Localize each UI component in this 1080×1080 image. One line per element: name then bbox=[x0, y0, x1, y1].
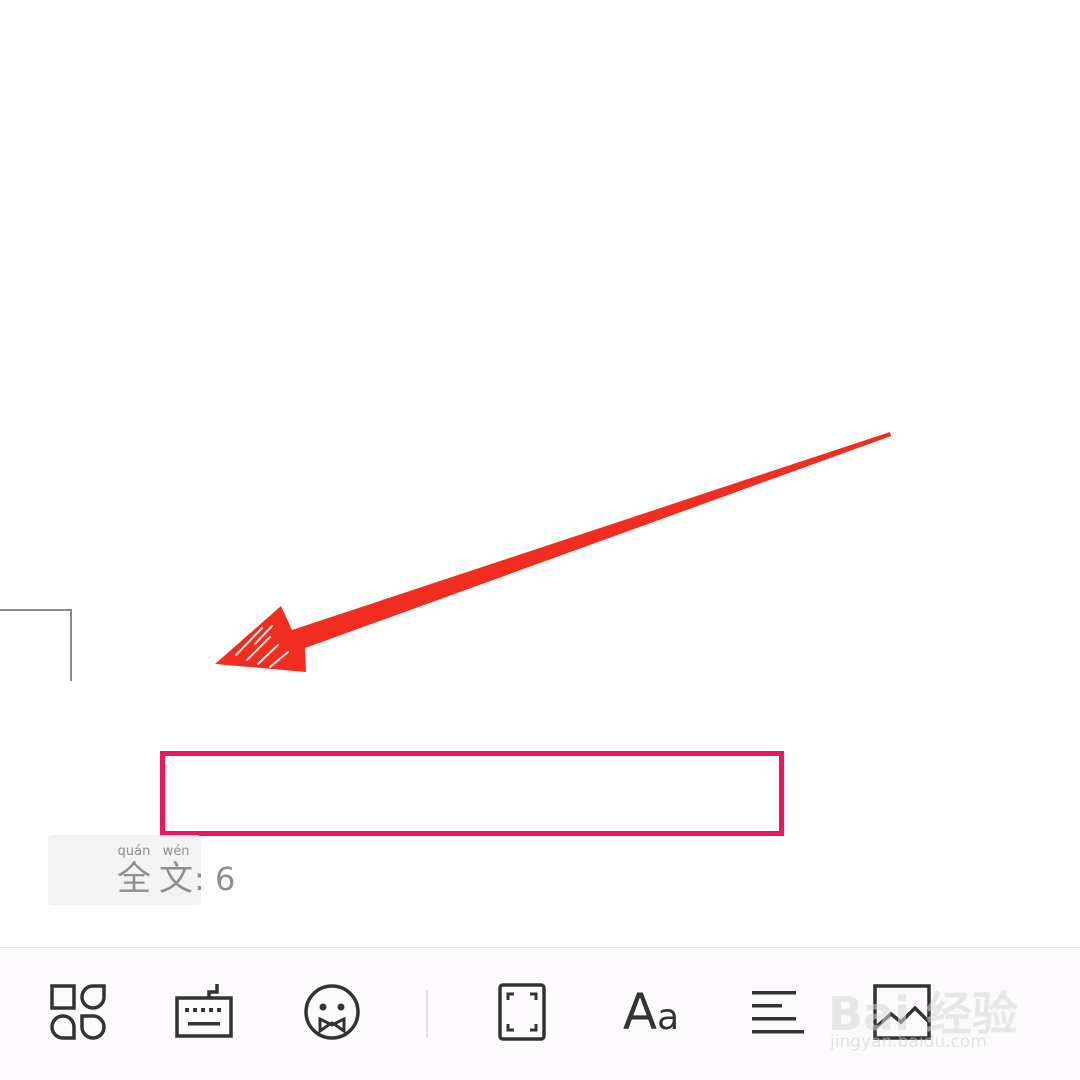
image-icon bbox=[873, 984, 931, 1040]
keyboard-icon bbox=[175, 984, 233, 1038]
ruby-wen: wén 文 bbox=[156, 844, 196, 900]
highlight-rectangle bbox=[160, 751, 784, 836]
apps-grid-button[interactable] bbox=[46, 980, 110, 1044]
toolbar-divider bbox=[426, 990, 428, 1038]
align-left-icon bbox=[752, 991, 804, 1034]
font-size-button[interactable]: Aa bbox=[616, 980, 686, 1044]
crop-corner-mark bbox=[0, 609, 72, 681]
pinyin-text: wén bbox=[162, 844, 190, 859]
emoji-icon bbox=[304, 984, 360, 1040]
fullscreen-icon bbox=[498, 983, 546, 1041]
word-count-value: : 6 bbox=[194, 860, 236, 898]
hanzi-text: 文 bbox=[159, 859, 193, 899]
bottom-toolbar: Aa bbox=[0, 947, 1080, 1080]
fullscreen-button[interactable] bbox=[490, 980, 554, 1044]
pinyin-text: quán bbox=[117, 844, 151, 859]
image-button[interactable] bbox=[870, 980, 934, 1044]
word-count-badge: quán 全 wén 文 : 6 bbox=[48, 835, 235, 905]
emoji-button[interactable] bbox=[300, 980, 364, 1044]
font-size-icon: Aa bbox=[623, 983, 679, 1041]
font-size-label-small: a bbox=[657, 997, 680, 1038]
annotation-arrow bbox=[215, 432, 891, 672]
font-size-label-big: A bbox=[622, 983, 658, 1041]
hanzi-text: 全 bbox=[117, 859, 151, 899]
apps-grid-icon bbox=[50, 984, 106, 1040]
keyboard-button[interactable] bbox=[172, 980, 236, 1044]
editor-canvas[interactable]: quán 全 wén 文 : 6 Aa Bai 经验 jingyan.baidu… bbox=[0, 0, 1080, 1080]
align-button[interactable] bbox=[744, 980, 808, 1044]
ruby-quan: quán 全 bbox=[114, 844, 154, 900]
